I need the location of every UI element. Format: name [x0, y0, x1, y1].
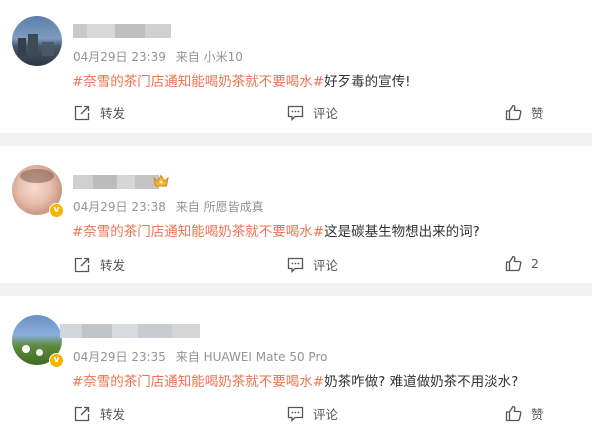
share-arrow-icon	[74, 257, 90, 272]
comment-button[interactable]: 评论	[287, 404, 338, 423]
repost-label: 转发	[100, 106, 126, 121]
repost-button[interactable]: 转发	[73, 103, 125, 122]
post-text: 这是碳基生物想出来的词?	[324, 224, 480, 240]
hashtag-link[interactable]: #奈雪的茶门店通知能喝奶茶就不要喝水#	[72, 74, 324, 90]
post-content: #奈雪的茶门店通知能喝奶茶就不要喝水#奶茶咋做? 难道做奶茶不用淡水?	[72, 370, 518, 390]
post-text: 奶茶咋做? 难道做奶茶不用淡水?	[324, 374, 519, 390]
comment-button[interactable]: 评论	[287, 103, 338, 122]
repost-label: 转发	[100, 407, 126, 422]
username-blurred[interactable]	[73, 175, 159, 189]
repost-button[interactable]: 转发	[73, 255, 125, 274]
comment-feed: 04月29日 23:39 来自 小米10 #奈雪的茶门店通知能喝奶茶就不要喝水#…	[0, 0, 592, 434]
post-time: 04月29日 23:35	[73, 350, 166, 364]
comment-label: 评论	[313, 106, 339, 121]
share-arrow-icon	[74, 406, 90, 421]
like-count: 2	[531, 256, 539, 271]
post-source: 来自 小米10	[175, 50, 243, 64]
post-content: #奈雪的茶门店通知能喝奶茶就不要喝水#好歹毒的宣传!	[72, 70, 411, 90]
post-source: 来自 所愿皆成真	[175, 200, 264, 214]
avatar[interactable]	[12, 16, 62, 66]
username-blurred[interactable]	[60, 324, 200, 338]
verified-badge-icon: v	[49, 353, 64, 368]
action-bar: 转发 评论 赞	[0, 404, 592, 428]
comment-icon	[287, 406, 304, 422]
share-arrow-icon	[74, 105, 90, 120]
comment-label: 评论	[313, 407, 339, 422]
verified-badge-icon: v	[49, 203, 64, 218]
crown-icon	[153, 174, 169, 187]
post-content: #奈雪的茶门店通知能喝奶茶就不要喝水#这是碳基生物想出来的词?	[72, 220, 480, 240]
action-bar: 转发 评论 赞	[0, 103, 592, 127]
comment-icon	[287, 257, 304, 273]
post-meta: 04月29日 23:38 来自 所愿皆成真	[73, 198, 270, 215]
hashtag-link[interactable]: #奈雪的茶门店通知能喝奶茶就不要喝水#	[72, 374, 324, 390]
thumbs-up-icon	[505, 104, 522, 121]
like-label: 赞	[531, 106, 544, 121]
action-bar: 转发 评论 2	[0, 255, 592, 279]
post-time: 04月29日 23:39	[73, 50, 166, 64]
comment-card: v 04月29日 23:38 来自 所愿皆成真 #奈雪的茶门店通知能喝奶茶就不要…	[0, 146, 592, 283]
like-button[interactable]: 赞	[505, 404, 544, 423]
like-label: 赞	[531, 407, 544, 422]
separator	[0, 133, 592, 146]
thumbs-up-icon	[505, 405, 522, 422]
comment-button[interactable]: 评论	[287, 255, 338, 274]
post-text: 好歹毒的宣传!	[324, 74, 411, 90]
like-button[interactable]: 赞	[505, 103, 544, 122]
like-button[interactable]: 2	[505, 255, 539, 272]
repost-label: 转发	[100, 258, 126, 273]
separator	[0, 283, 592, 296]
repost-button[interactable]: 转发	[73, 404, 125, 423]
post-source: 来自 HUAWEI Mate 50 Pro	[175, 350, 328, 364]
thumbs-up-icon	[505, 255, 522, 272]
comment-icon	[287, 105, 304, 121]
post-time: 04月29日 23:38	[73, 200, 166, 214]
post-meta: 04月29日 23:39 来自 小米10	[73, 48, 249, 65]
comment-label: 评论	[313, 258, 339, 273]
hashtag-link[interactable]: #奈雪的茶门店通知能喝奶茶就不要喝水#	[72, 224, 324, 240]
comment-card: 04月29日 23:39 来自 小米10 #奈雪的茶门店通知能喝奶茶就不要喝水#…	[0, 0, 592, 133]
username-blurred[interactable]	[73, 24, 171, 38]
comment-card: v 04月29日 23:35 来自 HUAWEI Mate 50 Pro #奈雪…	[0, 296, 592, 434]
post-meta: 04月29日 23:35 来自 HUAWEI Mate 50 Pro	[73, 348, 333, 365]
